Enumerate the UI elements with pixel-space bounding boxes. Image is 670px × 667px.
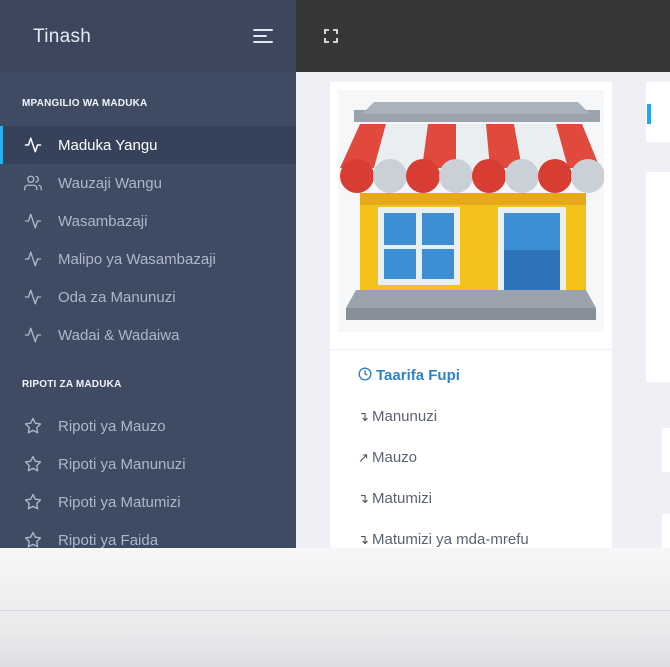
link-manunuzi[interactable]: ↴ Manunuzi <box>358 408 437 425</box>
sidebar-item-wasambazaji[interactable]: Wasambazaji <box>0 202 296 240</box>
accent-bar <box>647 104 651 124</box>
shop-card: Taarifa Fupi ↴ Manunuzi ↗ Mauzo ↴ Matumizi … <box>330 82 612 548</box>
sidebar-item-oda-za-manunuzi[interactable]: Oda za Manunuzi <box>0 278 296 316</box>
screen-bezel <box>0 548 670 667</box>
activity-icon <box>24 289 42 305</box>
link-label: Matumizi <box>372 490 433 507</box>
sidebar-item-label: Wasambazaji <box>58 213 148 230</box>
link-mauzo[interactable]: ↗ Mauzo <box>358 449 417 466</box>
shop-icon <box>338 90 604 332</box>
arrow-up-right-icon: ↗ <box>358 450 369 465</box>
sidebar-item-label: Ripoti ya Matumizi <box>58 494 181 511</box>
sidebar-item-ripoti-ya-matumizi[interactable]: Ripoti ya Matumizi <box>0 483 296 521</box>
arrow-down-right-icon: ↴ <box>358 491 369 506</box>
users-icon <box>24 175 42 191</box>
sidebar-item-label: Wauzaji Wangu <box>58 175 162 192</box>
link-label: Taarifa Fupi <box>376 367 460 384</box>
sidebar-item-label: Ripoti ya Faida <box>58 532 159 548</box>
activity-icon <box>24 137 42 153</box>
link-matumizi-ya-mda-mrefu[interactable]: ↴ Matumizi ya mda-mrefu <box>358 531 529 548</box>
sidebar-item-malipo-ya-wasambazaji[interactable]: Malipo ya Wasambazaji <box>0 240 296 278</box>
fullscreen-icon[interactable] <box>324 29 338 43</box>
activity-icon <box>24 327 42 343</box>
activity-icon <box>24 251 42 267</box>
app-window: Tinash MPANGILIO WA MADUKA Maduka Yangu … <box>0 0 670 548</box>
link-label: Manunuzi <box>372 408 438 425</box>
link-taarifa-fupi[interactable]: Taarifa Fupi <box>358 367 460 384</box>
sidebar-item-maduka-yangu[interactable]: Maduka Yangu <box>0 126 296 164</box>
clock-icon <box>358 367 372 381</box>
sidebar-item-wadai-wadaiwa[interactable]: Wadai & Wadaiwa <box>0 316 296 354</box>
sidebar-item-label: Ripoti ya Manunuzi <box>58 456 186 473</box>
link-matumizi[interactable]: ↴ Matumizi <box>358 490 432 507</box>
content-panel-header <box>646 82 670 142</box>
sidebar-item-wauzaji-wangu[interactable]: Wauzaji Wangu <box>0 164 296 202</box>
sidebar-item-label: Ripoti ya Mauzo <box>58 418 166 435</box>
content-panel-small <box>662 514 670 548</box>
section-title-mpangilio: MPANGILIO WA MADUKA <box>22 98 148 109</box>
activity-icon <box>24 213 42 229</box>
sidebar: Tinash MPANGILIO WA MADUKA Maduka Yangu … <box>0 0 296 548</box>
card-divider <box>330 349 612 350</box>
sidebar-item-ripoti-ya-manunuzi[interactable]: Ripoti ya Manunuzi <box>0 445 296 483</box>
brand-header: Tinash <box>0 0 296 72</box>
arrow-down-right-icon: ↴ <box>358 532 369 547</box>
sidebar-item-ripoti-ya-mauzo[interactable]: Ripoti ya Mauzo <box>0 407 296 445</box>
link-label: Matumizi ya mda-mrefu <box>372 531 529 548</box>
menu-toggle-icon[interactable] <box>253 29 273 43</box>
sidebar-item-label: Wadai & Wadaiwa <box>58 327 180 344</box>
brand-name: Tinash <box>33 26 92 47</box>
star-icon <box>24 531 42 548</box>
arrow-down-right-icon: ↴ <box>358 409 369 424</box>
content-panel-small <box>662 428 670 472</box>
divider <box>0 640 670 641</box>
link-label: Mauzo <box>372 449 418 466</box>
star-icon <box>24 417 42 434</box>
sidebar-item-label: Malipo ya Wasambazaji <box>58 251 216 268</box>
section-title-ripoti: RIPOTI ZA MADUKA <box>22 379 122 390</box>
content-panel <box>646 172 670 382</box>
topbar <box>296 0 670 72</box>
sidebar-item-ripoti-ya-faida[interactable]: Ripoti ya Faida <box>0 521 296 548</box>
star-icon <box>24 455 42 472</box>
divider <box>0 610 670 611</box>
star-icon <box>24 493 42 510</box>
sidebar-item-label: Oda za Manunuzi <box>58 289 176 306</box>
sidebar-item-label: Maduka Yangu <box>58 137 158 154</box>
